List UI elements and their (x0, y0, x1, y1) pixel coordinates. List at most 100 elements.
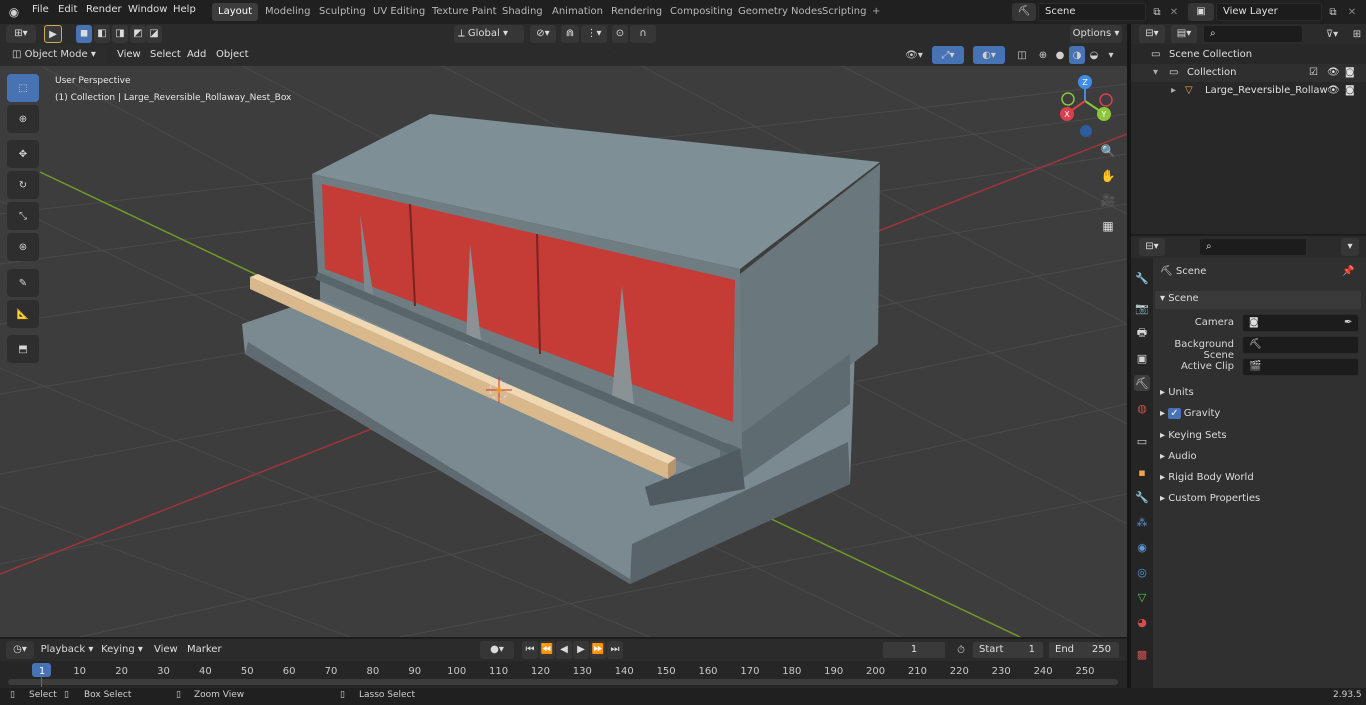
select-tool-icon[interactable]: ▶ (44, 25, 62, 43)
keying-menu[interactable]: Keying ▾ (98, 641, 146, 659)
tab-layout[interactable]: Layout (212, 3, 258, 21)
record-icon[interactable]: ●▾ (480, 641, 514, 659)
scene-name-field[interactable]: Scene (1038, 3, 1146, 21)
render-camera-icon[interactable]: ◙ (1345, 64, 1355, 82)
tab-uv-editing[interactable]: UV Editing (367, 3, 431, 21)
tool-tab-icon[interactable]: 🔧 (1134, 270, 1150, 286)
physics-tab-icon[interactable]: ◉ (1134, 539, 1150, 555)
menu-window[interactable]: Window (128, 4, 167, 15)
menu-view[interactable]: View (117, 49, 141, 60)
menu-select[interactable]: Select (150, 49, 181, 60)
viewport-3d[interactable]: Z Y X User Perspective (1) Collection | … (0, 44, 1127, 637)
background-scene-field[interactable]: ⛏ (1242, 336, 1359, 354)
shading-options-icon[interactable]: ▾ (1104, 46, 1118, 64)
display-mode-icon[interactable]: ▤▾ (1171, 25, 1197, 43)
menu-render[interactable]: Render (86, 4, 122, 15)
rigid-body-world-panel[interactable]: ▸ Rigid Body World (1160, 472, 1254, 483)
world-tab-icon[interactable]: ◍ (1134, 400, 1150, 416)
mode-dropdown[interactable]: ◫ Object Mode ▾ (8, 46, 106, 64)
zoom-icon[interactable]: 🔍 (1097, 140, 1119, 162)
timeline-view-menu[interactable]: View (154, 644, 178, 655)
tab-modeling[interactable]: Modeling (259, 3, 317, 21)
active-clip-field[interactable]: 🎬 (1242, 358, 1359, 376)
prev-keyframe-icon[interactable]: ⏪ (539, 641, 555, 659)
play-reverse-icon[interactable]: ◀ (556, 641, 572, 659)
tab-rendering[interactable]: Rendering (605, 3, 668, 21)
snap-target-icon[interactable]: ⋮▾ (581, 25, 607, 43)
cursor-tool[interactable]: ⊕ (7, 105, 39, 133)
tab-geometry-nodes[interactable]: Geometry Nodes (732, 3, 828, 21)
gravity-panel[interactable]: ▸ ✓ Gravity (1160, 408, 1220, 419)
perspective-grid-icon[interactable]: ▦ (1097, 215, 1119, 237)
filter-icon[interactable]: ⊽▾ (1319, 25, 1345, 43)
tab-sculpting[interactable]: Sculpting (313, 3, 372, 21)
pivot-point-icon[interactable]: ⊘▾ (530, 25, 556, 43)
eyedropper-icon[interactable]: ✒ (1344, 317, 1352, 328)
options-dropdown[interactable]: Options ▾ (1070, 25, 1122, 43)
playback-menu[interactable]: Playback ▾ (40, 641, 94, 659)
rotate-tool[interactable]: ↻ (7, 171, 39, 199)
data-tab-icon[interactable]: ▽ (1134, 589, 1150, 605)
properties-search-input[interactable]: ⌕ (1199, 238, 1307, 256)
view-layer-field[interactable]: View Layer (1216, 3, 1322, 21)
outliner-editor-type-icon[interactable]: ⊟▾ (1139, 25, 1165, 43)
menu-object[interactable]: Object (216, 49, 249, 60)
move-tool[interactable]: ✥ (7, 140, 39, 168)
delete-view-layer-icon[interactable]: ✕ (1344, 3, 1360, 21)
add-cube-tool[interactable]: ⬒ (7, 335, 39, 363)
texture-tab-icon[interactable]: ▩ (1134, 646, 1150, 662)
collection-tab-icon[interactable]: ▭ (1134, 433, 1150, 449)
view-layer-icon[interactable]: ▣ (1188, 3, 1214, 21)
wireframe-shading-icon[interactable]: ⊕ (1035, 46, 1051, 64)
play-icon[interactable]: ▶ (573, 641, 589, 659)
stopwatch-icon[interactable]: ⏱ (952, 641, 970, 659)
jump-end-icon[interactable]: ⏭ (607, 641, 623, 659)
rendered-shading-icon[interactable]: ◒ (1086, 46, 1102, 64)
outliner-row-scene-collection[interactable]: ▭ Scene Collection (1131, 46, 1366, 64)
outliner-row-collection[interactable]: ▾ ▭ Collection ☑ 👁 ◙ (1131, 64, 1366, 82)
timeline-editor-type-icon[interactable]: ◷▾ (6, 641, 34, 659)
new-scene-icon[interactable]: ⧉ (1148, 3, 1166, 21)
output-tab-icon[interactable]: 🖶 (1134, 325, 1150, 341)
transform-orientation-dropdown[interactable]: ⟂ Global ▾ (454, 25, 524, 43)
exclude-checkbox-icon[interactable]: ☑ (1309, 64, 1318, 82)
camera-field[interactable]: ◙ (1242, 314, 1359, 332)
timeline-marker-menu[interactable]: Marker (187, 644, 222, 655)
custom-properties-panel[interactable]: ▸ Custom Properties (1160, 493, 1260, 504)
audio-panel[interactable]: ▸ Audio (1160, 451, 1197, 462)
gravity-checkbox[interactable]: ✓ (1168, 408, 1181, 419)
constraints-tab-icon[interactable]: ◎ (1134, 564, 1150, 580)
view-layer-tab-icon[interactable]: ▣ (1134, 350, 1150, 366)
object-visibility-eye-icon[interactable]: 👁 (1327, 82, 1340, 100)
outliner-row-object[interactable]: ▸ ▽ Large_Reversible_Rollaw 👁 ◙ (1131, 82, 1366, 100)
tab-scripting[interactable]: Scripting (816, 3, 872, 21)
material-shading-icon[interactable]: ◑ (1069, 46, 1085, 64)
tab-compositing[interactable]: Compositing (664, 3, 739, 21)
properties-editor-type-icon[interactable]: ⊟▾ (1139, 238, 1165, 256)
select-mode-new-icon[interactable]: ◼ (76, 25, 92, 43)
particles-tab-icon[interactable]: ⁂ (1134, 514, 1150, 530)
menu-help[interactable]: Help (173, 4, 196, 15)
scene-tab-icon[interactable]: ⛏ (1134, 375, 1150, 391)
proportional-edit-icon[interactable]: ⊙ (612, 25, 628, 43)
select-box-tool[interactable]: ⬚ (7, 74, 39, 102)
overlay-toggle-icon[interactable]: ◐▾ (973, 46, 1005, 64)
transform-tool[interactable]: ⊛ (7, 233, 39, 261)
tab-texture-paint[interactable]: Texture Paint (426, 3, 503, 21)
add-workspace-button[interactable]: + (866, 3, 886, 21)
object-render-camera-icon[interactable]: ◙ (1345, 82, 1355, 100)
timeline-scrollbar[interactable] (8, 679, 1118, 685)
new-collection-icon[interactable]: ⊞ (1349, 25, 1365, 43)
xray-icon[interactable]: ◫ (1014, 46, 1030, 64)
delete-scene-icon[interactable]: ✕ (1166, 3, 1182, 21)
measure-tool[interactable]: 📐 (7, 300, 39, 328)
units-panel[interactable]: ▸ Units (1160, 387, 1194, 398)
keying-sets-panel[interactable]: ▸ Keying Sets (1160, 430, 1227, 441)
render-tab-icon[interactable]: 📷 (1134, 300, 1150, 316)
new-view-layer-icon[interactable]: ⧉ (1324, 3, 1342, 21)
expand-object-icon[interactable]: ▸ (1171, 82, 1176, 100)
properties-options-icon[interactable]: ▾ (1341, 238, 1359, 256)
tab-shading[interactable]: Shading (496, 3, 549, 21)
visibility-icon[interactable]: 👁▾ (900, 46, 928, 64)
scale-tool[interactable]: ⤡ (7, 202, 39, 230)
